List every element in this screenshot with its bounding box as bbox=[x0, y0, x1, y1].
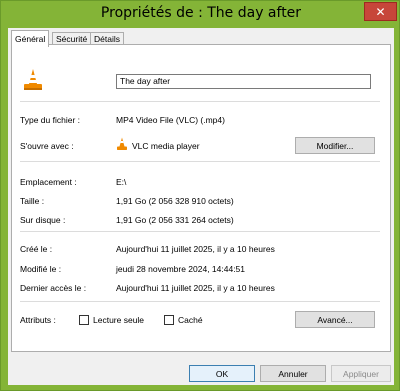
close-icon: ✕ bbox=[375, 4, 386, 19]
file-name-input[interactable]: The day after bbox=[116, 74, 371, 89]
created-value: Aujourd'hui 11 juillet 2025, il y a 10 h… bbox=[116, 244, 275, 254]
location-label: Emplacement : bbox=[20, 177, 77, 187]
location-value: E:\ bbox=[116, 177, 127, 187]
vlc-app-icon bbox=[116, 137, 128, 151]
file-type-label: Type du fichier : bbox=[20, 115, 81, 125]
tab-general[interactable]: Général bbox=[11, 30, 50, 47]
opens-with-value: VLC media player bbox=[132, 141, 200, 151]
readonly-label[interactable]: Lecture seule bbox=[93, 315, 144, 325]
opens-with-label: S'ouvre avec : bbox=[20, 141, 74, 151]
modify-button[interactable]: Modifier... bbox=[295, 137, 375, 154]
divider bbox=[20, 231, 380, 232]
readonly-checkbox[interactable] bbox=[79, 315, 89, 325]
divider bbox=[20, 161, 380, 162]
attributes-label: Attributs : bbox=[20, 315, 56, 325]
hidden-checkbox[interactable] bbox=[164, 315, 174, 325]
size-on-disk-label: Sur disque : bbox=[20, 215, 66, 225]
size-value: 1,91 Go (2 056 328 910 octets) bbox=[116, 196, 234, 206]
close-button[interactable]: ✕ bbox=[364, 2, 397, 21]
size-label: Taille : bbox=[20, 196, 45, 206]
dialog-client-area: Général Sécurité Détails The day after T… bbox=[8, 28, 394, 385]
advanced-button[interactable]: Avancé... bbox=[295, 311, 375, 328]
divider bbox=[20, 101, 380, 102]
cancel-button[interactable]: Annuler bbox=[260, 365, 326, 382]
size-on-disk-value: 1,91 Go (2 056 331 264 octets) bbox=[116, 215, 234, 225]
file-type-value: MP4 Video File (VLC) (.mp4) bbox=[116, 115, 225, 125]
general-panel: The day after Type du fichier : MP4 Vide… bbox=[11, 44, 391, 352]
created-label: Créé le : bbox=[20, 244, 53, 254]
ok-button[interactable]: OK bbox=[189, 365, 255, 382]
properties-window: Propriétés de : The day after ✕ Général … bbox=[0, 0, 400, 391]
modified-label: Modifié le : bbox=[20, 264, 62, 274]
modified-value: jeudi 28 novembre 2024, 14:44:51 bbox=[116, 264, 246, 274]
apply-button[interactable]: Appliquer bbox=[331, 365, 391, 382]
hidden-label[interactable]: Caché bbox=[178, 315, 203, 325]
last-access-label: Dernier accès le : bbox=[20, 283, 87, 293]
last-access-value: Aujourd'hui 11 juillet 2025, il y a 10 h… bbox=[116, 283, 275, 293]
vlc-cone-icon bbox=[22, 68, 44, 92]
title-bar[interactable]: Propriétés de : The day after ✕ bbox=[1, 1, 400, 27]
window-title: Propriétés de : The day after bbox=[100, 5, 302, 21]
divider bbox=[20, 301, 380, 302]
